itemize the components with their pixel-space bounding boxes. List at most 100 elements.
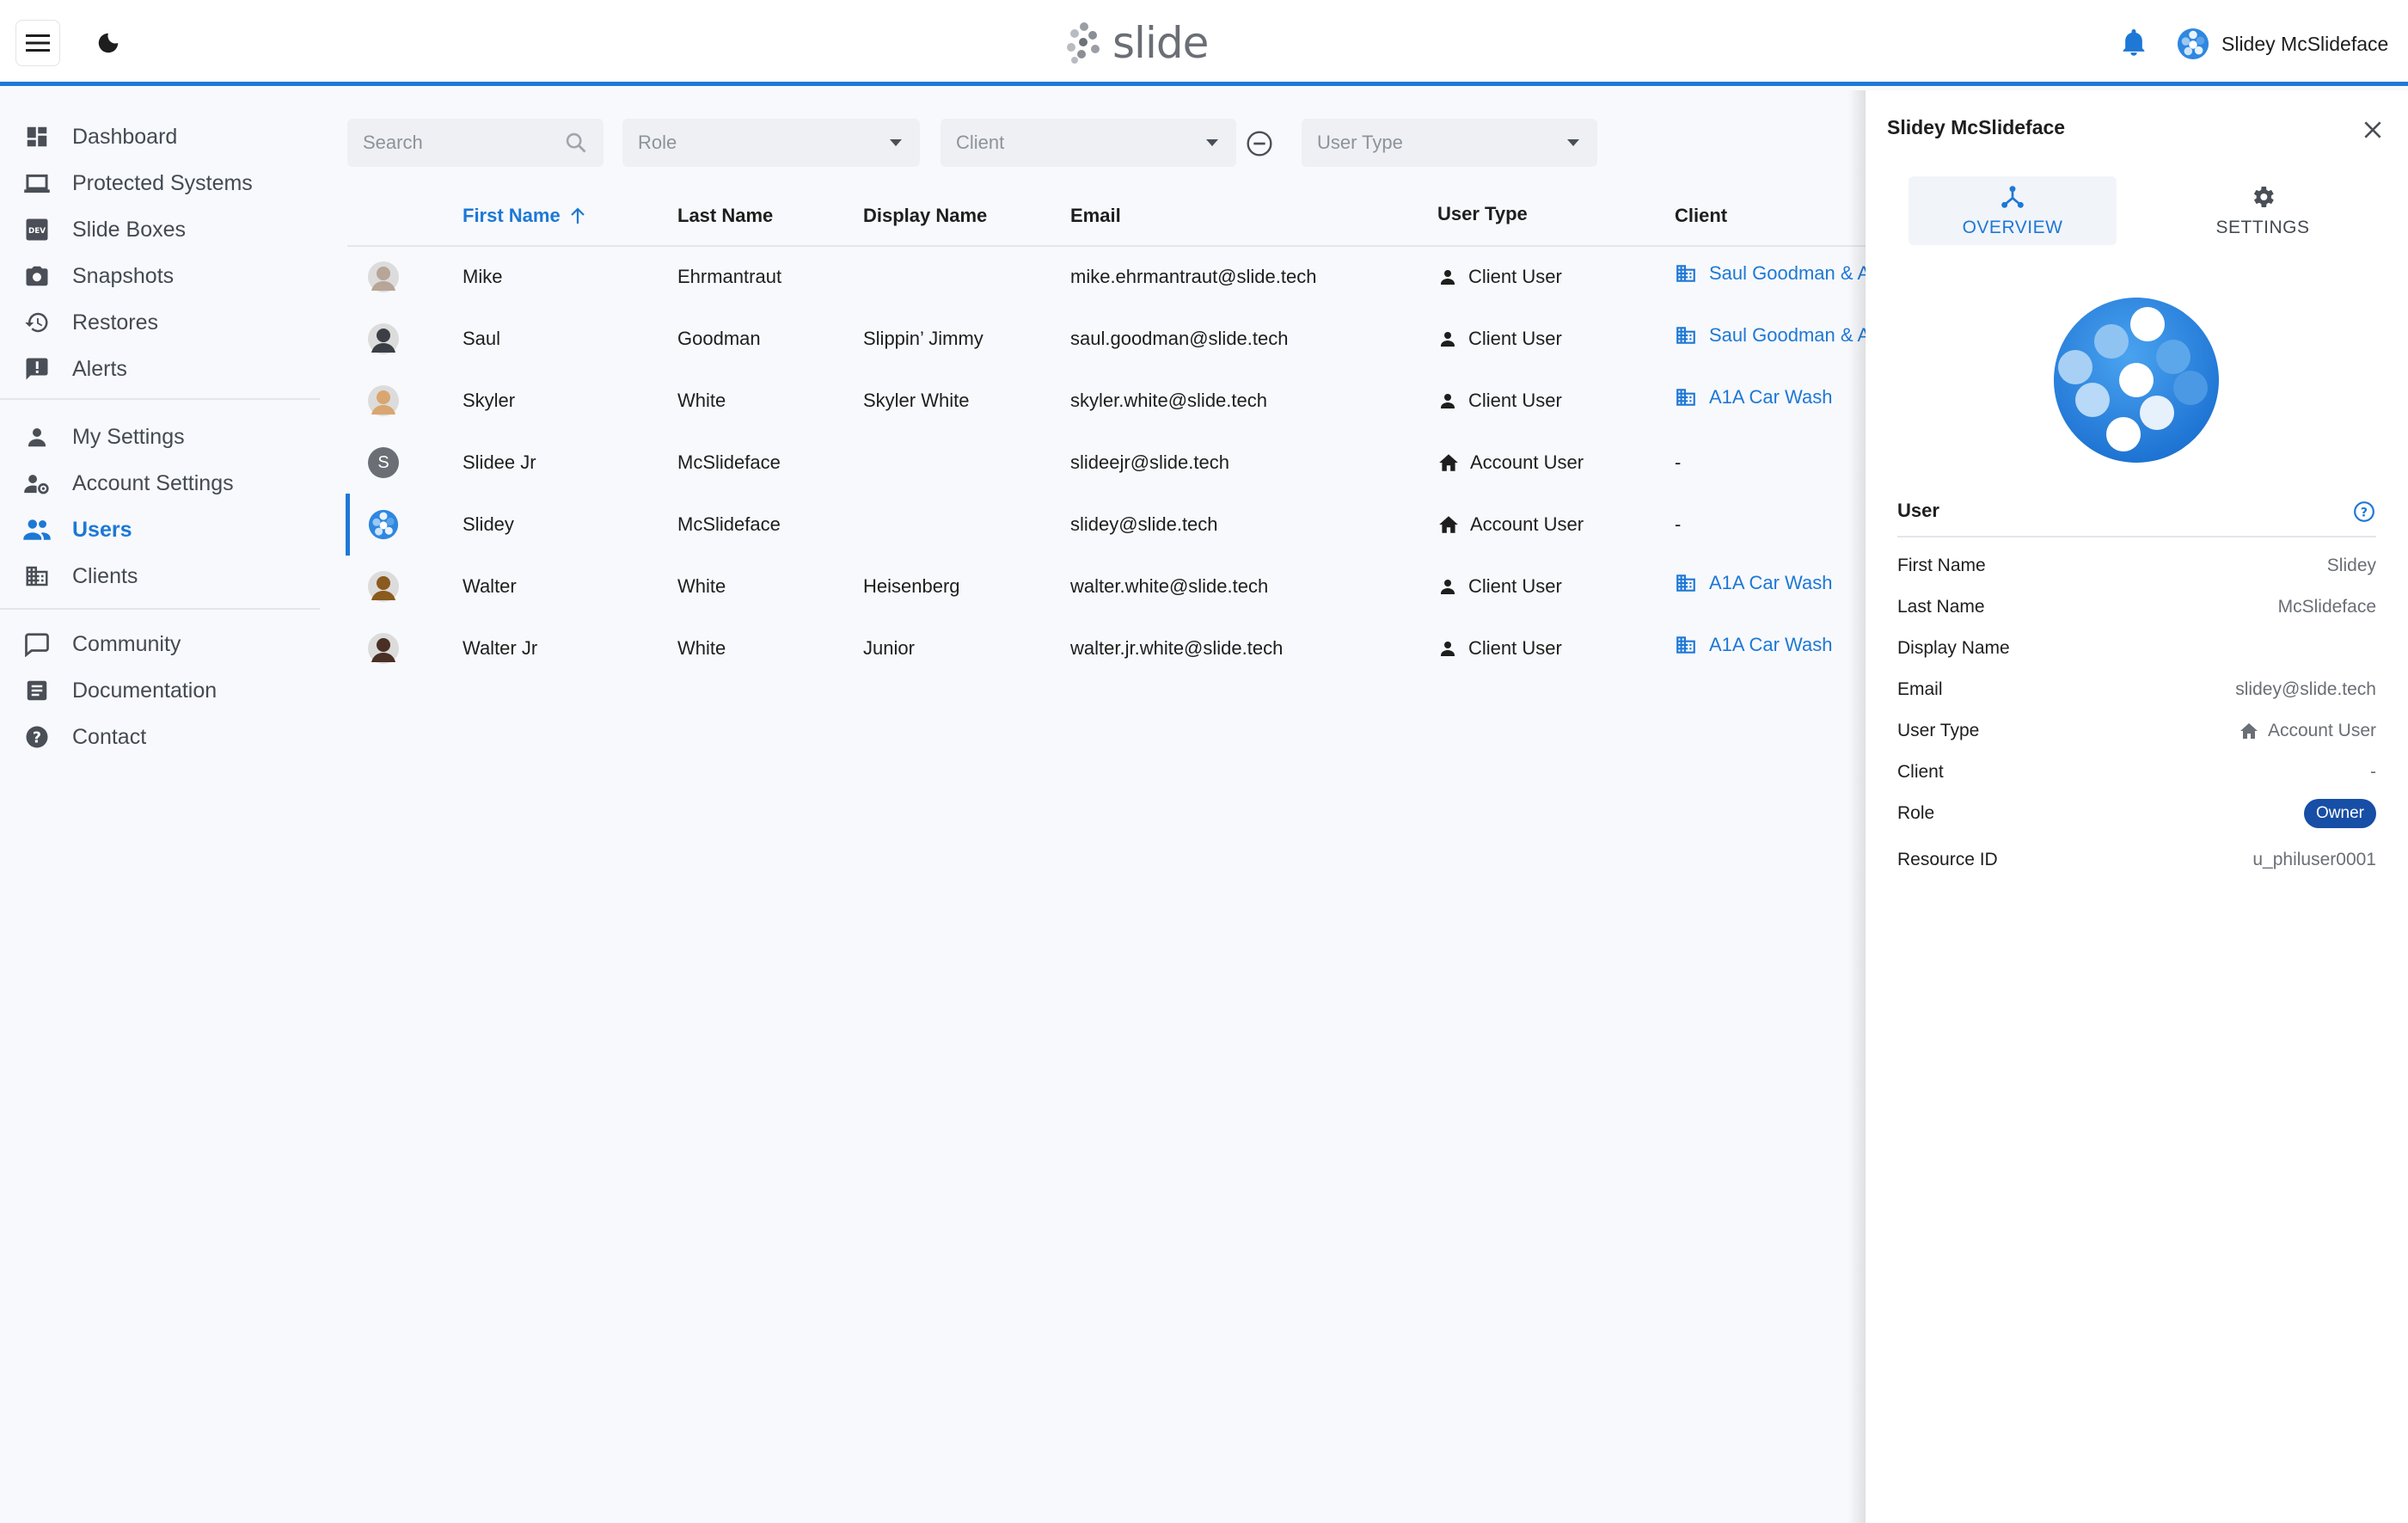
column-header-client[interactable]: Client <box>1675 200 1727 232</box>
laptop-icon <box>22 169 52 198</box>
building-icon <box>1675 386 1697 408</box>
search-icon <box>566 132 586 153</box>
building-icon <box>1675 572 1697 594</box>
table-row[interactable]: S Slidee Jr McSlideface slideejr@slide.tech… <box>347 432 1867 494</box>
cell-last-name: White <box>677 575 726 597</box>
chat-icon <box>22 629 52 659</box>
cell-client-link[interactable]: A1A Car Wash <box>1675 614 1867 676</box>
cell-client: - <box>1675 513 1682 535</box>
table-row[interactable]: Walter White Heisenberg walter.white@slide.… <box>347 556 1867 617</box>
top-bar: slide Slidey McSlideface <box>0 0 2408 86</box>
client-select[interactable]: Client <box>941 119 1236 167</box>
brand-name: slide <box>1112 18 1209 68</box>
table-row[interactable]: Skyler White Skyler White skyler.white@slid… <box>347 370 1867 432</box>
chevron-down-icon <box>890 139 902 146</box>
cell-user-type: Client User <box>1437 246 1562 308</box>
avatar <box>368 323 399 354</box>
clear-client-filter-button[interactable] <box>1245 129 1274 158</box>
cell-first-name: Walter Jr <box>463 637 538 659</box>
sidebar-divider <box>0 398 320 400</box>
cell-display-name: Slippin’ Jimmy <box>863 328 983 349</box>
close-panel-button[interactable] <box>2357 114 2388 145</box>
cell-email: slidey@slide.tech <box>1070 513 1218 535</box>
building-icon <box>1675 324 1697 347</box>
cell-last-name: McSlideface <box>677 513 781 535</box>
cell-first-name: Slidee Jr <box>463 451 536 473</box>
search-input[interactable]: Search <box>347 119 604 167</box>
column-header-last-name[interactable]: Last Name <box>677 200 773 232</box>
cell-display-name: Skyler White <box>863 390 970 411</box>
column-header-user-type[interactable]: User Type <box>1437 198 1528 230</box>
cell-client-link[interactable]: A1A Car Wash <box>1675 552 1867 614</box>
user-avatar-icon <box>2177 28 2209 60</box>
sidebar-item-contact[interactable]: ? Contact <box>0 714 320 760</box>
table-row[interactable]: Saul Goodman Slippin’ Jimmy saul.goodman@sl… <box>347 308 1867 370</box>
cell-client-link[interactable]: A1A Car Wash <box>1675 366 1867 428</box>
tab-settings[interactable]: SETTINGS <box>2159 176 2367 245</box>
camera-icon <box>22 261 52 291</box>
dark-mode-toggle[interactable] <box>89 24 127 62</box>
user-menu[interactable]: Slidey McSlideface <box>2177 26 2388 62</box>
document-icon <box>22 676 52 705</box>
column-header-display-name[interactable]: Display Name <box>863 200 987 232</box>
sidebar-item-protected-systems[interactable]: Protected Systems <box>0 160 320 206</box>
cell-display-name: Junior <box>863 637 915 659</box>
column-header-email[interactable]: Email <box>1070 200 1121 232</box>
column-header-first-name[interactable]: First Name <box>463 200 586 232</box>
home-icon <box>2240 723 2258 739</box>
slide-logo-icon <box>1067 22 1100 64</box>
user-type-select[interactable]: User Type <box>1302 119 1597 167</box>
hamburger-icon <box>26 34 50 52</box>
cell-last-name: White <box>677 390 726 411</box>
field-client: Client - <box>1897 762 2376 782</box>
building-icon <box>1675 262 1697 285</box>
field-email: Email slidey@slide.tech <box>1897 679 2376 699</box>
sidebar-item-clients[interactable]: Clients <box>0 553 320 599</box>
sidebar-item-account-settings[interactable]: Account Settings <box>0 460 320 507</box>
user-type-value: Account User <box>2239 721 2376 741</box>
question-circle-icon: ? <box>2354 501 2374 522</box>
sidebar-item-restores[interactable]: Restores <box>0 299 320 346</box>
sidebar-item-users[interactable]: Users <box>0 507 320 553</box>
cell-last-name: Ehrmantraut <box>677 266 782 287</box>
person-gear-icon <box>22 469 52 498</box>
cell-first-name: Saul <box>463 328 501 349</box>
table-row[interactable]: Mike Ehrmantraut mike.ehrmantraut@slide.te… <box>347 246 1867 308</box>
cell-client-link[interactable]: Saul Goodman & Associates <box>1675 243 1867 304</box>
sidebar-item-snapshots[interactable]: Snapshots <box>0 253 320 299</box>
cell-last-name: McSlideface <box>677 451 781 473</box>
cell-client: - <box>1675 451 1682 473</box>
tab-overview[interactable]: OVERVIEW <box>1909 176 2117 245</box>
hub-icon <box>2001 186 2024 208</box>
avatar <box>368 571 399 602</box>
cell-client-link[interactable]: Saul Goodman & Associates <box>1675 304 1867 366</box>
section-title: User <box>1897 500 1939 521</box>
people-icon <box>22 515 52 544</box>
cell-email: walter.jr.white@slide.tech <box>1070 637 1284 659</box>
cell-user-type: Client User <box>1437 308 1562 370</box>
help-button[interactable]: ? <box>2352 500 2376 524</box>
table-row[interactable]: Slidey McSlideface slidey@slide.tech Accoun… <box>346 494 1867 556</box>
section-divider <box>1897 536 2376 537</box>
selected-row-indicator <box>346 494 350 556</box>
cell-first-name: Mike <box>463 266 503 287</box>
bell-icon <box>2123 29 2145 56</box>
history-icon <box>22 308 52 337</box>
table-row[interactable]: Walter Jr White Junior walter.jr.white@slid… <box>347 617 1867 679</box>
person-icon <box>1437 638 1458 659</box>
sidebar-item-documentation[interactable]: Documentation <box>0 667 320 714</box>
moon-icon <box>98 33 119 53</box>
sidebar-item-slide-boxes[interactable]: DEV Slide Boxes <box>0 206 320 253</box>
role-select[interactable]: Role <box>622 119 920 167</box>
menu-button[interactable] <box>15 20 60 66</box>
svg-text:?: ? <box>33 729 41 746</box>
chevron-down-icon <box>1206 139 1218 146</box>
field-display-name: Display Name <box>1897 638 2010 658</box>
sidebar-item-my-settings[interactable]: My Settings <box>0 414 320 460</box>
notifications-button[interactable] <box>2117 26 2151 60</box>
avatar <box>368 509 399 540</box>
sidebar-item-alerts[interactable]: Alerts <box>0 346 320 392</box>
brand-logo[interactable]: slide <box>1064 17 1209 69</box>
sidebar-item-dashboard[interactable]: Dashboard <box>0 114 320 160</box>
sidebar-item-community[interactable]: Community <box>0 621 320 667</box>
